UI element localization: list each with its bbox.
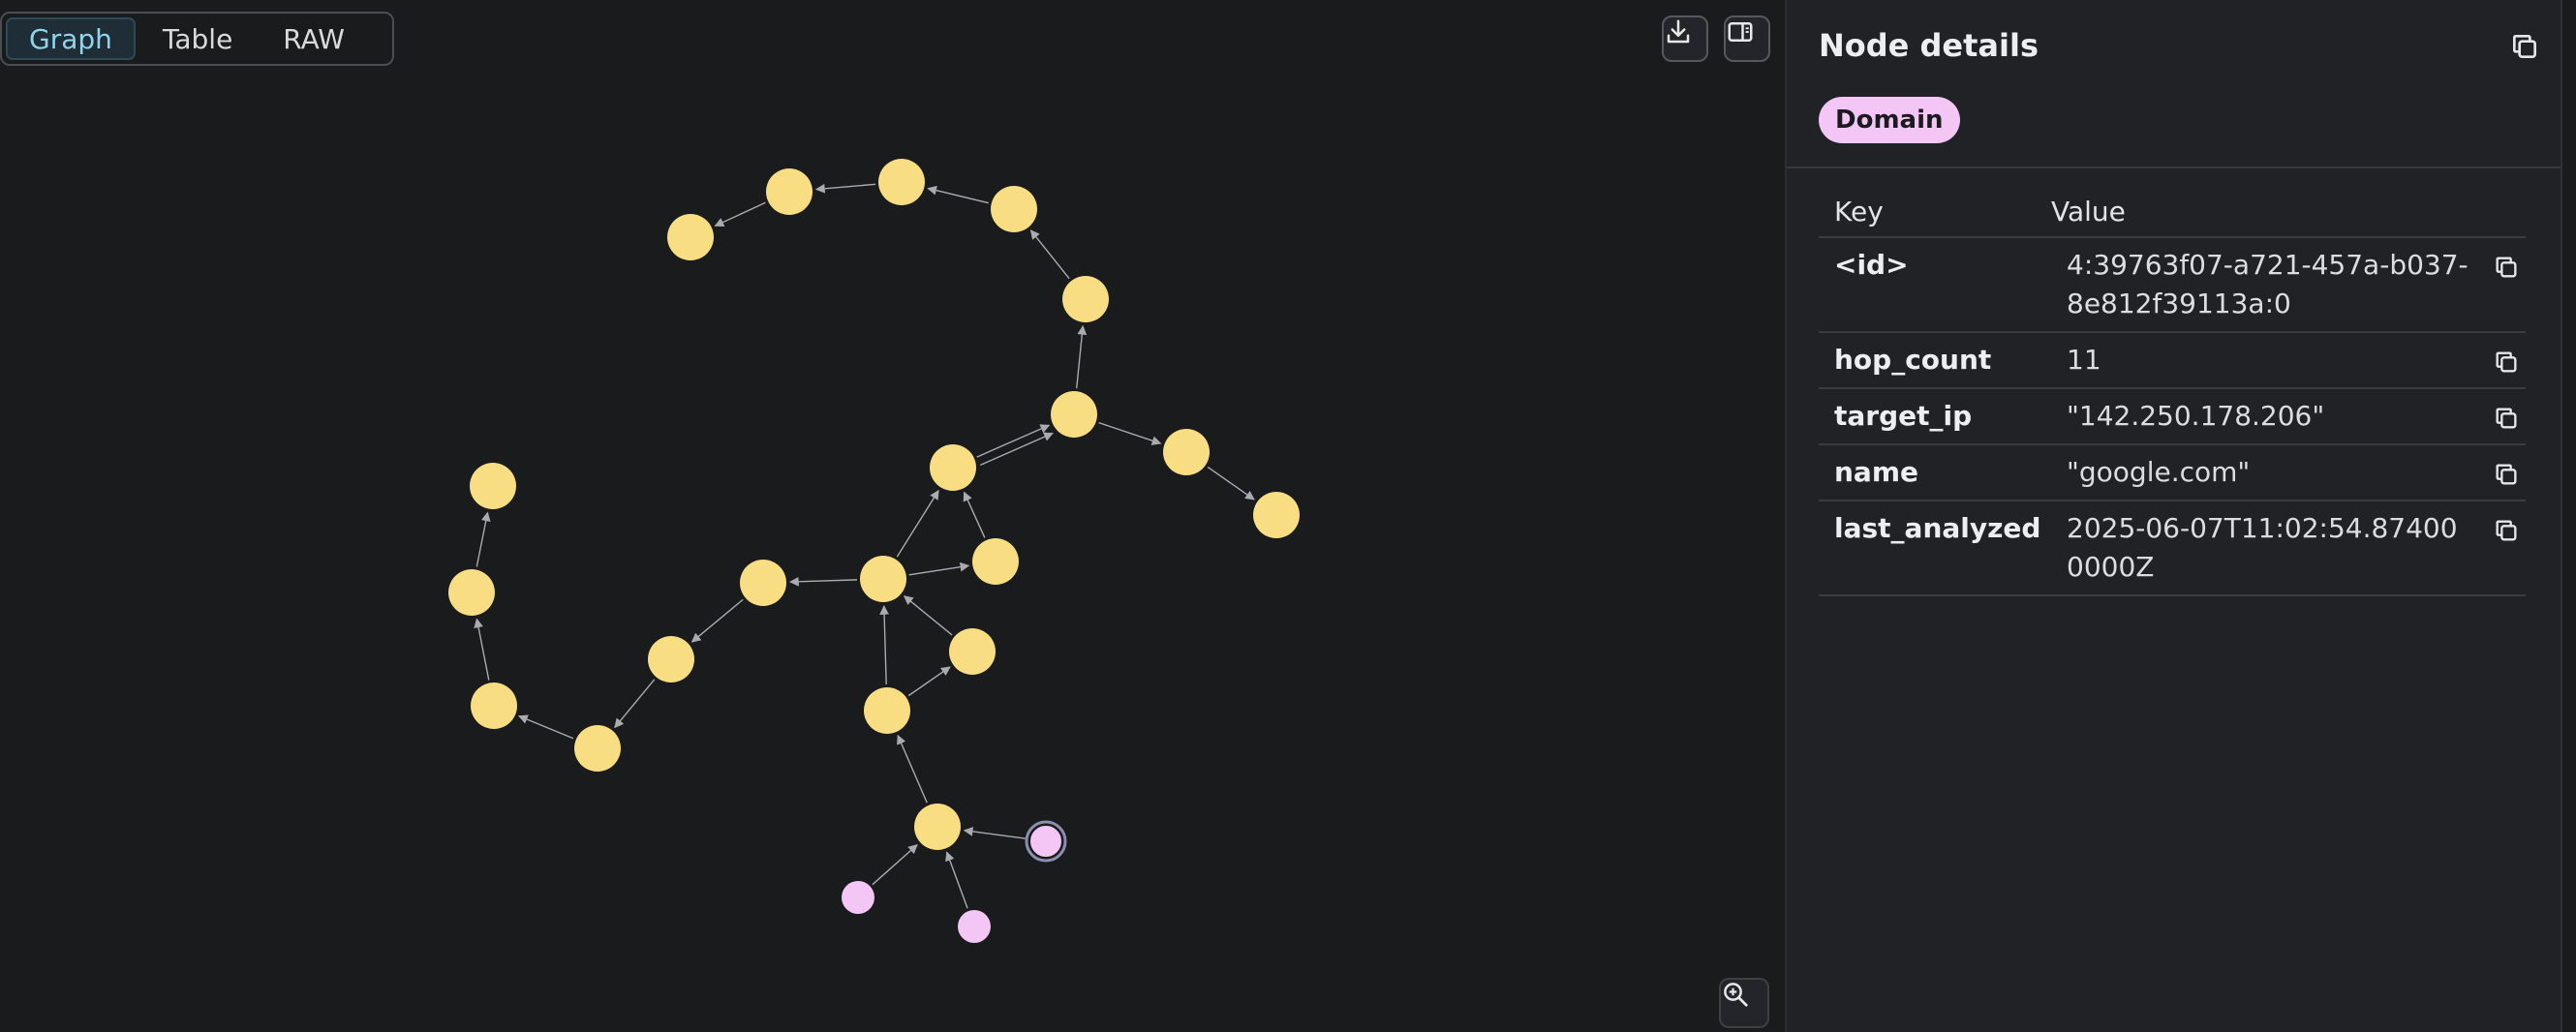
- copy-icon[interactable]: [2493, 254, 2520, 281]
- node-details-panel: Node details Domain Key Value <id> 4:397…: [1785, 0, 2562, 1032]
- graph-node-domain[interactable]: [878, 159, 925, 205]
- graph-node-domain[interactable]: [1253, 492, 1300, 538]
- graph-svg[interactable]: [0, 0, 1785, 1032]
- properties-table: Key Value <id> 4:39763f07-a721-457a-b037…: [1819, 186, 2526, 596]
- graph-node-domain[interactable]: [1051, 391, 1097, 438]
- graph-node-domain[interactable]: [972, 538, 1019, 585]
- tab-table[interactable]: Table: [139, 17, 256, 60]
- graph-edge[interactable]: [474, 618, 490, 681]
- graph-edge[interactable]: [980, 432, 1054, 467]
- property-value: 2025-06-07T11:02:54.874000000Z: [2067, 512, 2458, 583]
- graph-edge[interactable]: [690, 598, 744, 643]
- property-row: hop_count 11: [1819, 333, 2526, 389]
- copy-icon[interactable]: [2493, 349, 2520, 376]
- property-key: <id>: [1834, 249, 1909, 281]
- property-key: hop_count: [1834, 344, 1992, 376]
- graph-edge[interactable]: [963, 491, 986, 538]
- graph-node-domain[interactable]: [448, 569, 495, 616]
- zoom-in-icon: [1724, 983, 1748, 1007]
- graph-edge[interactable]: [908, 562, 970, 576]
- property-row: last_analyzed 2025-06-07T11:02:54.874000…: [1819, 501, 2526, 596]
- graph-edge[interactable]: [614, 679, 656, 729]
- copy-icon[interactable]: [2493, 461, 2520, 488]
- graph-edge[interactable]: [1098, 421, 1162, 445]
- graph-node-domain[interactable]: [471, 683, 517, 729]
- graph-edge[interactable]: [907, 666, 951, 697]
- property-key: last_analyzed: [1834, 512, 2041, 544]
- copy-all-button[interactable]: [2509, 31, 2540, 62]
- graph-edge[interactable]: [945, 851, 968, 909]
- graph-edge[interactable]: [789, 576, 858, 587]
- graph-node-domain[interactable]: [930, 444, 976, 491]
- copy-icon[interactable]: [2493, 517, 2520, 544]
- download-icon: [1667, 19, 1690, 44]
- graph-node-domain[interactable]: [574, 725, 621, 772]
- graph-edge[interactable]: [927, 185, 989, 204]
- properties-header: Key Value: [1819, 186, 2526, 238]
- graph-node-domain[interactable]: [740, 560, 786, 606]
- header-key: Key: [1834, 195, 1884, 228]
- graph-edge[interactable]: [897, 734, 928, 804]
- graph-node-domain[interactable]: [949, 628, 996, 675]
- graph-node-ip[interactable]: [1028, 824, 1063, 859]
- panel-title: Node details: [1819, 27, 2039, 64]
- panel-divider: [1787, 167, 2562, 168]
- edges-layer: [474, 183, 1255, 909]
- property-value: 4:39763f07-a721-457a-b037-8e812f39113a:0: [2067, 249, 2469, 319]
- graph-edge[interactable]: [976, 424, 1051, 458]
- graph-node-domain[interactable]: [914, 804, 961, 850]
- graph-edge[interactable]: [879, 605, 889, 685]
- graph-node-domain[interactable]: [864, 687, 910, 734]
- graph-edge[interactable]: [963, 827, 1027, 840]
- tab-raw[interactable]: RAW: [260, 17, 368, 60]
- label-chip-domain[interactable]: Domain: [1819, 97, 1960, 143]
- graph-node-ip[interactable]: [958, 910, 991, 943]
- property-row: <id> 4:39763f07-a721-457a-b037-8e812f391…: [1819, 238, 2526, 333]
- property-key: name: [1834, 456, 1918, 488]
- graph-edge[interactable]: [872, 843, 918, 886]
- header-value: Value: [2051, 195, 2126, 228]
- graph-node-domain[interactable]: [648, 636, 694, 683]
- nodes-layer: [448, 159, 1300, 943]
- copy-icon: [2513, 35, 2536, 58]
- panel-scrollbar[interactable]: [2561, 0, 2576, 1032]
- graph-node-domain[interactable]: [470, 463, 516, 509]
- zoom-in-button[interactable]: [1719, 978, 1769, 1028]
- graph-node-domain[interactable]: [766, 168, 813, 215]
- graph-edge[interactable]: [714, 201, 766, 228]
- graph-canvas[interactable]: Graph Table RAW: [0, 0, 1785, 1032]
- download-button[interactable]: [1662, 15, 1708, 62]
- property-row: target_ip "142.250.178.206": [1819, 389, 2526, 445]
- toggle-panel-button[interactable]: [1724, 15, 1770, 62]
- graph-edge[interactable]: [517, 714, 574, 740]
- copy-icon[interactable]: [2493, 405, 2520, 432]
- graph-edge[interactable]: [1076, 324, 1088, 389]
- app-window: Graph Table RAW Node details Domain Key …: [0, 0, 2576, 1032]
- graph-node-domain[interactable]: [991, 186, 1037, 232]
- graph-edge[interactable]: [896, 489, 939, 558]
- view-tabs: Graph Table RAW: [0, 12, 394, 66]
- graph-edge[interactable]: [903, 595, 953, 636]
- graph-edge[interactable]: [814, 183, 876, 194]
- panel-toggle-icon: [1728, 22, 1753, 42]
- tab-graph[interactable]: Graph: [6, 17, 136, 60]
- graph-node-domain[interactable]: [667, 214, 714, 260]
- graph-edge[interactable]: [1207, 466, 1255, 501]
- property-key: target_ip: [1834, 400, 1973, 432]
- property-value: "142.250.178.206": [2067, 400, 2325, 432]
- property-row: name "google.com": [1819, 445, 2526, 501]
- property-value: 11: [2067, 344, 2101, 376]
- graph-node-domain[interactable]: [1062, 276, 1109, 322]
- graph-node-domain[interactable]: [860, 556, 906, 602]
- property-value: "google.com": [2067, 456, 2251, 488]
- graph-node-ip[interactable]: [842, 881, 874, 914]
- graph-edge[interactable]: [1029, 229, 1070, 280]
- graph-node-domain[interactable]: [1163, 429, 1210, 475]
- graph-edge[interactable]: [475, 511, 491, 567]
